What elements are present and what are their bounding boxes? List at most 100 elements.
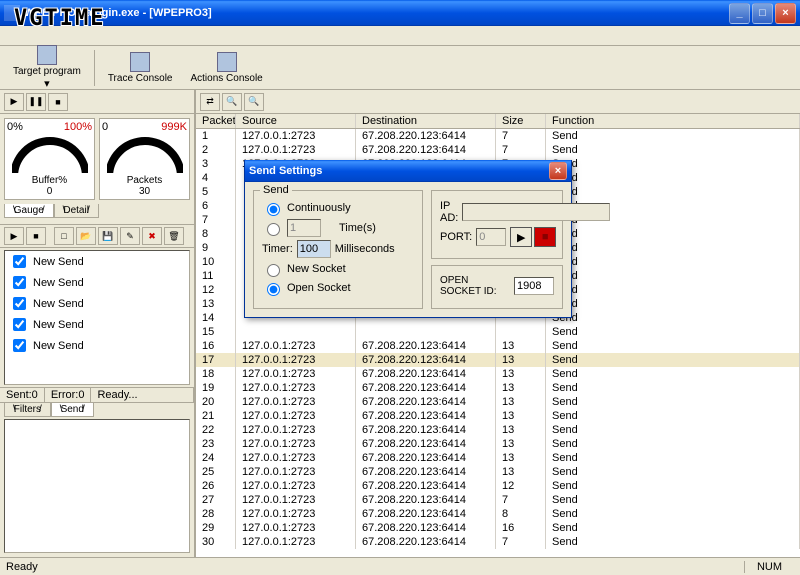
col-packet[interactable]: Packet bbox=[196, 114, 236, 128]
list-checkbox[interactable] bbox=[13, 339, 26, 352]
times-input[interactable] bbox=[287, 219, 321, 237]
maximize-button[interactable]: □ bbox=[752, 3, 773, 24]
col-destination[interactable]: Destination bbox=[356, 114, 496, 128]
send-legend: Send bbox=[260, 184, 292, 196]
open-button[interactable]: 📂 bbox=[76, 227, 96, 245]
status-ready: Ready bbox=[6, 561, 38, 573]
socket-id-input[interactable] bbox=[514, 277, 554, 295]
table-row[interactable]: 2127.0.0.1:272367.208.220.123:64147Send bbox=[196, 143, 800, 157]
table-row[interactable]: 15Send bbox=[196, 325, 800, 339]
timer-unit: Milliseconds bbox=[335, 243, 395, 255]
target-program-button[interactable]: Target program ▾ bbox=[6, 42, 88, 93]
table-row[interactable]: 23127.0.0.1:272367.208.220.123:641413Sen… bbox=[196, 437, 800, 451]
trash-button[interactable]: 🗑 bbox=[164, 227, 184, 245]
find-button[interactable]: 🔍 bbox=[222, 93, 242, 111]
save-button[interactable]: 💾 bbox=[98, 227, 118, 245]
socket-id-label: OPEN SOCKET ID: bbox=[440, 275, 510, 297]
stop-button[interactable]: ■ bbox=[48, 93, 68, 111]
table-row[interactable]: 21127.0.0.1:272367.208.220.123:641413Sen… bbox=[196, 409, 800, 423]
times-label: Time(s) bbox=[339, 222, 376, 234]
list-item[interactable]: New Send bbox=[5, 272, 189, 293]
table-row[interactable]: 22127.0.0.1:272367.208.220.123:641413Sen… bbox=[196, 423, 800, 437]
find2-button[interactable]: 🔍 bbox=[244, 93, 264, 111]
table-row[interactable]: 16127.0.0.1:272367.208.220.123:641413Sen… bbox=[196, 339, 800, 353]
toolbar-separator bbox=[94, 50, 95, 86]
trace-console-button[interactable]: Trace Console bbox=[101, 49, 180, 87]
col-source[interactable]: Source bbox=[236, 114, 356, 128]
tool1-button[interactable]: ⇄ bbox=[200, 93, 220, 111]
dialog-play-button[interactable]: ▶ bbox=[510, 227, 532, 247]
list-item[interactable]: New Send bbox=[5, 251, 189, 272]
col-function[interactable]: Function bbox=[546, 114, 800, 128]
table-row[interactable]: 20127.0.0.1:272367.208.220.123:641413Sen… bbox=[196, 395, 800, 409]
table-row[interactable]: 25127.0.0.1:272367.208.220.123:641413Sen… bbox=[196, 465, 800, 479]
edit-button[interactable]: ✎ bbox=[120, 227, 140, 245]
close-button[interactable]: × bbox=[775, 3, 796, 24]
list-item[interactable]: New Send bbox=[5, 293, 189, 314]
tab-detail[interactable]: Detail bbox=[54, 204, 99, 218]
main-toolbar: Target program ▾ Trace Console Actions C… bbox=[0, 46, 800, 90]
trace-icon bbox=[130, 52, 150, 72]
send-stop-button[interactable]: ■ bbox=[26, 227, 46, 245]
left-panel: ▶ ❚❚ ■ 0%100% Buffer% 0 0999K Packets 30… bbox=[0, 90, 196, 557]
watermark-logo: VGTIME bbox=[14, 6, 105, 31]
list-checkbox[interactable] bbox=[13, 297, 26, 310]
send-list[interactable]: New SendNew SendNew SendNew SendNew Send bbox=[4, 250, 190, 385]
table-row[interactable]: 1127.0.0.1:272367.208.220.123:64147Send bbox=[196, 129, 800, 143]
play-button[interactable]: ▶ bbox=[4, 93, 24, 111]
timer-label: Timer: bbox=[262, 243, 293, 255]
table-row[interactable]: 17127.0.0.1:272367.208.220.123:641413Sen… bbox=[196, 353, 800, 367]
window-title: WPE PRO - alogin.exe - [WPEPRO3] bbox=[24, 7, 727, 19]
table-row[interactable]: 18127.0.0.1:272367.208.220.123:641413Sen… bbox=[196, 367, 800, 381]
send-status: Sent:0 Error:0 Ready... bbox=[0, 387, 194, 403]
table-row[interactable]: 24127.0.0.1:272367.208.220.123:641413Sen… bbox=[196, 451, 800, 465]
ip-input[interactable] bbox=[462, 203, 610, 221]
send-fieldset: Send Continuously Time(s) Timer: Millise… bbox=[253, 190, 423, 309]
new-socket-radio[interactable] bbox=[267, 264, 280, 277]
tab-filters[interactable]: Filters bbox=[4, 403, 51, 417]
status-num: NUM bbox=[744, 561, 794, 573]
table-row[interactable]: 26127.0.0.1:272367.208.220.123:641412Sen… bbox=[196, 479, 800, 493]
port-input[interactable] bbox=[476, 228, 506, 246]
delete-button[interactable]: ✖ bbox=[142, 227, 162, 245]
table-row[interactable]: 28127.0.0.1:272367.208.220.123:64148Send bbox=[196, 507, 800, 521]
actions-console-button[interactable]: Actions Console bbox=[183, 49, 269, 87]
send-play-button[interactable]: ▶ bbox=[4, 227, 24, 245]
open-socket-label: Open Socket bbox=[287, 282, 351, 294]
list-label: New Send bbox=[33, 298, 84, 310]
bottom-tabs: Filters Send bbox=[0, 403, 194, 417]
tab-gauge[interactable]: Gauge bbox=[4, 204, 54, 218]
dialog-close-button[interactable]: × bbox=[549, 162, 567, 180]
send-settings-dialog: Send Settings × Send Continuously Time(s… bbox=[244, 160, 572, 318]
new-button[interactable]: □ bbox=[54, 227, 74, 245]
list-checkbox[interactable] bbox=[13, 318, 26, 331]
list-label: New Send bbox=[33, 277, 84, 289]
new-socket-label: New Socket bbox=[287, 263, 346, 275]
ready-status: Ready... bbox=[91, 388, 194, 402]
gauge-arc-icon bbox=[12, 137, 88, 173]
address-fieldset: IP AD: PORT: ▶ ■ bbox=[431, 190, 563, 259]
table-row[interactable]: 19127.0.0.1:272367.208.220.123:641413Sen… bbox=[196, 381, 800, 395]
timer-input[interactable] bbox=[297, 240, 331, 258]
table-row[interactable]: 30127.0.0.1:272367.208.220.123:64147Send bbox=[196, 535, 800, 549]
list-item[interactable]: New Send bbox=[5, 335, 189, 356]
minimize-button[interactable]: _ bbox=[729, 3, 750, 24]
list-checkbox[interactable] bbox=[13, 255, 26, 268]
table-row[interactable]: 27127.0.0.1:272367.208.220.123:64147Send bbox=[196, 493, 800, 507]
dialog-stop-button[interactable]: ■ bbox=[534, 227, 556, 247]
tab-send[interactable]: Send bbox=[51, 403, 94, 417]
list-label: New Send bbox=[33, 256, 84, 268]
playback-toolbar: ▶ ❚❚ ■ bbox=[0, 90, 194, 114]
table-row[interactable]: 29127.0.0.1:272367.208.220.123:641416Sen… bbox=[196, 521, 800, 535]
pause-button[interactable]: ❚❚ bbox=[26, 93, 46, 111]
col-size[interactable]: Size bbox=[496, 114, 546, 128]
open-socket-radio[interactable] bbox=[267, 283, 280, 296]
continuously-radio[interactable] bbox=[267, 203, 280, 216]
dialog-titlebar[interactable]: Send Settings × bbox=[245, 160, 571, 182]
list-checkbox[interactable] bbox=[13, 276, 26, 289]
actions-icon bbox=[217, 52, 237, 72]
menubar bbox=[0, 26, 800, 46]
window-titlebar: WPE PRO - alogin.exe - [WPEPRO3] _ □ × bbox=[0, 0, 800, 26]
list-item[interactable]: New Send bbox=[5, 314, 189, 335]
times-radio[interactable] bbox=[267, 223, 280, 236]
